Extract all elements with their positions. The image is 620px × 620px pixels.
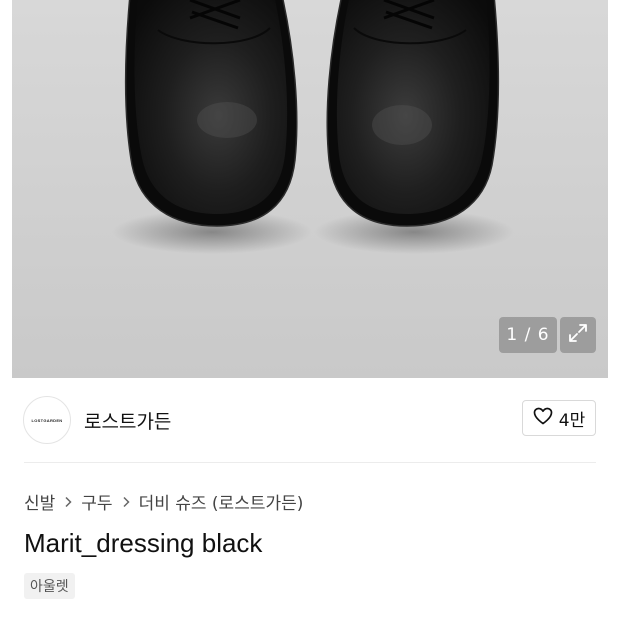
- chevron-right-icon: [122, 496, 130, 508]
- like-button[interactable]: 4만: [522, 400, 596, 436]
- breadcrumb-item-shoes[interactable]: 신발: [24, 489, 55, 514]
- chevron-right-icon: [64, 496, 72, 508]
- breadcrumb-item-derby-shoes[interactable]: 더비 슈즈 (로스트가든): [139, 489, 304, 514]
- product-image-carousel[interactable]: 1 / 6: [0, 0, 620, 378]
- breadcrumb-item-dress-shoes[interactable]: 구두: [81, 489, 112, 514]
- brand-name-link[interactable]: 로스트가든: [84, 407, 171, 434]
- brand-row: LOSTGARDEN 로스트가든 4만: [0, 378, 620, 462]
- outlet-tag: 아울렛: [24, 573, 75, 599]
- brand-logo-text: LOSTGARDEN: [31, 417, 63, 423]
- expand-arrows-icon: [567, 322, 589, 348]
- expand-image-button[interactable]: [560, 317, 596, 353]
- heart-outline-icon: [533, 407, 553, 429]
- like-count: 4만: [558, 410, 586, 431]
- product-title: Marit_dressing black: [24, 528, 263, 558]
- brand-logo[interactable]: LOSTGARDEN: [23, 396, 71, 444]
- image-counter: 1 / 6: [499, 317, 557, 353]
- breadcrumb: 신발 구두 더비 슈즈 (로스트가든): [24, 489, 303, 514]
- section-divider: [24, 462, 596, 463]
